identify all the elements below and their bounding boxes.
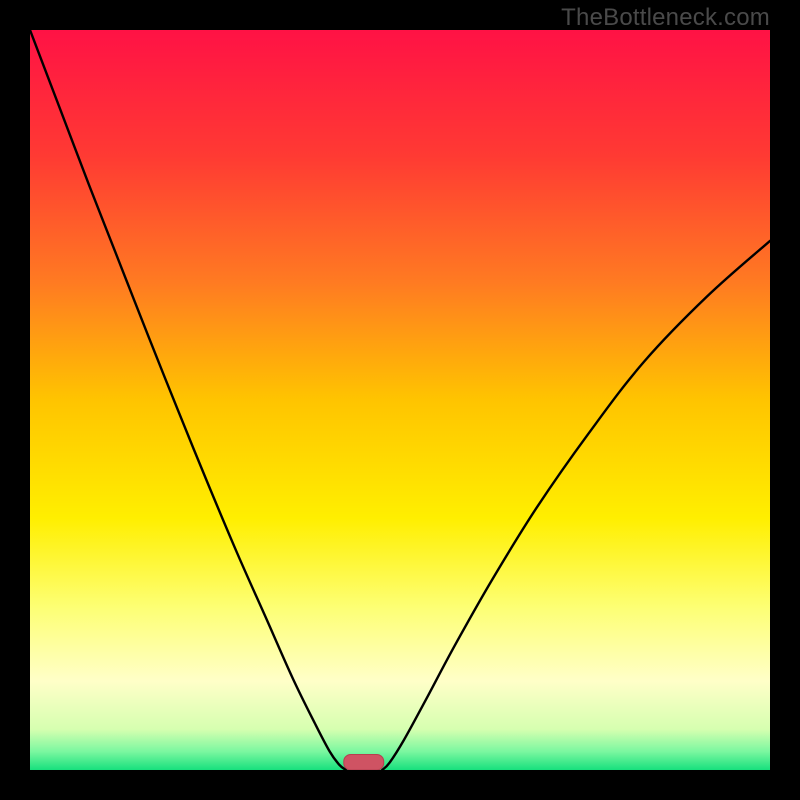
watermark-text: TheBottleneck.com bbox=[561, 4, 770, 32]
outer-frame: TheBottleneck.com bbox=[0, 0, 800, 800]
chart-svg bbox=[30, 30, 770, 770]
chart-area bbox=[30, 30, 770, 770]
bottleneck-marker bbox=[344, 754, 384, 770]
gradient-background bbox=[30, 30, 770, 770]
